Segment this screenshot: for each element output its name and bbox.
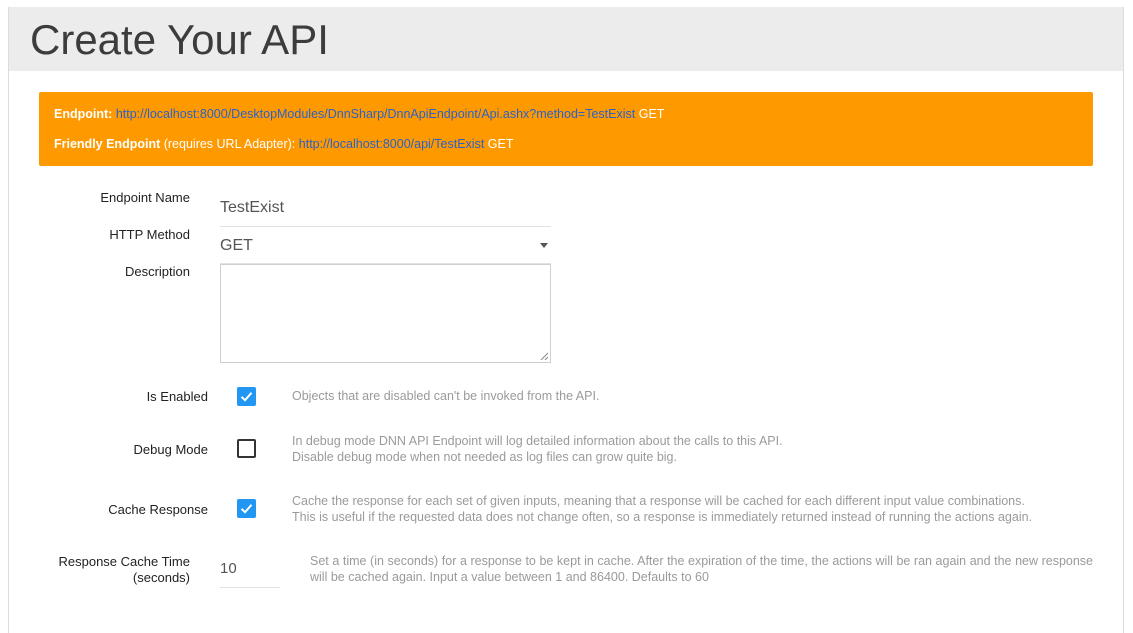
cache-response-label: Cache Response xyxy=(108,502,208,517)
cache-response-checkbox[interactable] xyxy=(237,499,256,518)
check-icon xyxy=(240,392,253,402)
is-enabled-label: Is Enabled xyxy=(146,389,208,404)
friendly-endpoint-url[interactable]: http://localhost:8000/api/TestExist xyxy=(299,137,485,151)
is-enabled-help: Objects that are disabled can't be invok… xyxy=(292,389,600,403)
debug-mode-help-line1: In debug mode DNN API Endpoint will log … xyxy=(292,434,783,448)
friendly-endpoint-line: Friendly Endpoint (requires URL Adapter)… xyxy=(54,137,513,151)
cache-response-help-line2: This is useful if the requested data doe… xyxy=(292,509,1033,524)
friendly-endpoint-note: (requires URL Adapter): xyxy=(163,137,296,151)
endpoint-banner: Endpoint: http://localhost:8000/DesktopM… xyxy=(39,92,1093,166)
endpoint-label: Endpoint: xyxy=(54,107,113,121)
endpoint-line: Endpoint: http://localhost:8000/DesktopM… xyxy=(54,107,664,121)
debug-mode-help-line2: Disable debug mode when not needed as lo… xyxy=(292,449,677,464)
page-title: Create Your API xyxy=(30,16,329,63)
cache-time-label-line1: Response Cache Time xyxy=(58,554,190,569)
cache-response-help-line1: Cache the response for each set of given… xyxy=(292,494,1025,508)
page: Create Your API Endpoint: http://localho… xyxy=(0,0,1133,633)
endpoint-name-label: Endpoint Name xyxy=(100,190,190,205)
endpoint-name-input[interactable]: TestExist xyxy=(220,195,551,227)
is-enabled-checkbox[interactable] xyxy=(237,387,256,406)
debug-mode-label: Debug Mode xyxy=(133,442,208,457)
cache-time-input[interactable]: 10 xyxy=(220,554,280,588)
friendly-endpoint-method: GET xyxy=(487,137,514,151)
description-textarea[interactable] xyxy=(220,264,551,363)
http-method-value: GET xyxy=(220,237,253,254)
description-label: Description xyxy=(124,264,190,279)
resize-grip-icon[interactable] xyxy=(540,352,548,360)
cache-time-help: Set a time (in seconds) for a response t… xyxy=(310,554,1093,584)
cache-response-help: Cache the response for each set of given… xyxy=(292,494,1032,525)
endpoint-method: GET xyxy=(638,107,665,121)
http-method-label: HTTP Method xyxy=(109,227,190,242)
page-header: Create Your API xyxy=(9,7,1123,71)
cache-time-label: Response Cache Time (seconds) xyxy=(10,554,190,586)
caret-down-icon xyxy=(540,243,548,248)
friendly-endpoint-label: Friendly Endpoint xyxy=(54,137,161,151)
check-icon xyxy=(240,504,253,514)
debug-mode-checkbox[interactable] xyxy=(237,439,256,458)
debug-mode-help: In debug mode DNN API Endpoint will log … xyxy=(292,434,783,465)
cache-time-label-line2: (seconds) xyxy=(132,570,190,585)
http-method-select[interactable]: GET xyxy=(220,232,551,264)
endpoint-url[interactable]: http://localhost:8000/DesktopModules/Dnn… xyxy=(116,107,635,121)
